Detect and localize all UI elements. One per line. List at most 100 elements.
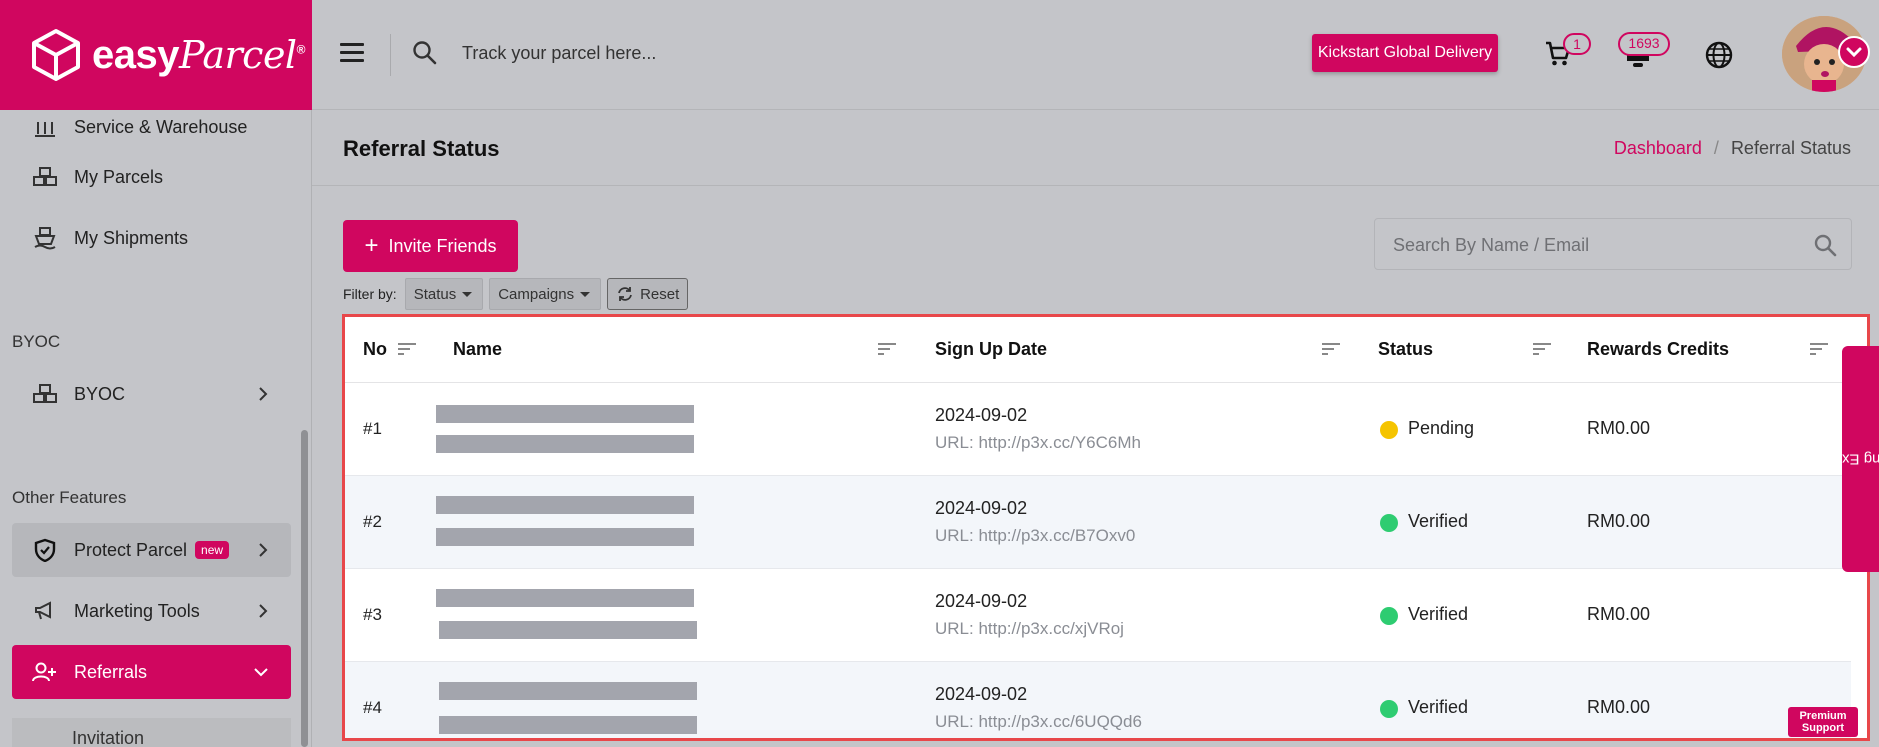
sidebar-item-label: Referrals xyxy=(74,661,148,682)
sidebar-item-my-shipments[interactable]: My Shipments xyxy=(12,211,291,265)
sort-icon[interactable] xyxy=(1322,342,1340,356)
caret-down-icon xyxy=(580,291,591,297)
invite-friends-button[interactable]: + Invite Friends xyxy=(343,220,518,272)
caret-down-icon xyxy=(462,291,473,297)
sort-icon[interactable] xyxy=(1810,342,1828,356)
chevron-right-icon xyxy=(259,543,268,557)
warehouse-icon xyxy=(30,114,60,140)
content-header: Referral Status Dashboard / Referral Sta… xyxy=(312,110,1879,186)
filter-row: Filter by: Status Campaigns Reset xyxy=(343,278,689,310)
sign-up-date: 2024-09-02 xyxy=(935,591,1028,611)
brand-logo[interactable]: easyParcel® xyxy=(0,0,312,110)
sidebar-scrollbar[interactable] xyxy=(301,430,308,747)
breadcrumb-separator: / xyxy=(1713,138,1719,158)
premium-label: Premium xyxy=(1799,710,1847,722)
referral-url: URL: http://p3x.cc/Y6C6Mh xyxy=(935,433,1141,452)
sidebar-item-label: Marketing Tools xyxy=(74,600,200,621)
sidebar-item-my-parcels[interactable]: My Parcels xyxy=(12,150,291,204)
rewards-credits: RM0.00 xyxy=(1587,697,1651,717)
column-header-name[interactable]: Name xyxy=(453,339,502,360)
redacted-email xyxy=(439,716,697,734)
table-row: #4 2024-09-02 URL: http://p3x.cc/6UQQd6 … xyxy=(345,662,1851,738)
user-add-icon xyxy=(30,659,60,685)
sidebar: Service & Warehouse My Parcels My Shipme… xyxy=(0,110,312,747)
section-heading-other-features: Other Features xyxy=(12,488,127,507)
notification-count-badge: 1693 xyxy=(1618,32,1670,56)
sort-icon[interactable] xyxy=(398,342,416,356)
sidebar-item-marketing-tools[interactable]: Marketing Tools xyxy=(12,584,291,638)
sidebar-item-label: Service & Warehouse xyxy=(74,116,248,137)
chevron-right-icon xyxy=(259,387,268,401)
globe-icon[interactable] xyxy=(1704,40,1734,70)
sidebar-subitem-invitation[interactable]: Invitation xyxy=(12,718,291,747)
rate-booking-label: Rate Booking Experience xyxy=(1784,450,1879,468)
column-header-status[interactable]: Status xyxy=(1378,339,1433,360)
megaphone-icon xyxy=(30,598,60,624)
sidebar-item-referrals[interactable]: Referrals xyxy=(12,645,291,699)
rate-booking-experience-tab[interactable]: ▲ Rate Booking Experience xyxy=(1784,346,1879,572)
brand-name: easyParcel® xyxy=(92,32,305,77)
status-indicator xyxy=(1380,700,1398,718)
status-text: Verified xyxy=(1408,697,1469,717)
referral-table: No Name Sign Up Date Status Rewards Cred… xyxy=(342,314,1870,741)
kickstart-global-delivery-button[interactable]: Kickstart Global Delivery xyxy=(1312,34,1498,72)
status-filter-dropdown[interactable]: Status xyxy=(404,278,484,310)
redacted-name xyxy=(439,682,697,700)
sign-up-date: 2024-09-02 xyxy=(935,684,1028,704)
status-filter-label: Status xyxy=(413,285,457,303)
search-input[interactable] xyxy=(1393,231,1783,259)
row-number: #1 xyxy=(363,419,382,438)
table-row: #2 2024-09-02 URL: http://p3x.cc/B7Oxv0 … xyxy=(345,476,1851,569)
sidebar-item-label: BYOC xyxy=(74,383,126,404)
cart-count-badge: 1 xyxy=(1563,33,1591,55)
invite-friends-label: Invite Friends xyxy=(388,235,497,256)
premium-support-button[interactable]: Premium Support xyxy=(1788,707,1858,737)
refresh-icon xyxy=(618,287,632,301)
section-heading-byoc: BYOC xyxy=(12,332,61,351)
sidebar-item-service-warehouse[interactable]: Service & Warehouse xyxy=(12,110,291,154)
sidebar-item-byoc[interactable]: BYOC xyxy=(12,367,291,421)
redacted-email xyxy=(439,621,697,639)
rewards-credits: RM0.00 xyxy=(1587,511,1651,531)
sidebar-item-protect-parcel[interactable]: Protect Parcel new xyxy=(12,523,291,577)
breadcrumb: Dashboard / Referral Status xyxy=(1614,138,1851,159)
redacted-email xyxy=(436,528,694,546)
referral-url: URL: http://p3x.cc/B7Oxv0 xyxy=(935,526,1136,545)
campaigns-filter-dropdown[interactable]: Campaigns xyxy=(489,278,602,310)
search-icon[interactable] xyxy=(1813,233,1837,257)
shield-icon xyxy=(30,537,60,563)
profile-menu-chevron-icon[interactable] xyxy=(1838,36,1870,68)
table-row: #3 2024-09-02 URL: http://p3x.cc/xjVRoj … xyxy=(345,569,1851,662)
sign-up-date: 2024-09-02 xyxy=(935,498,1028,518)
status-text: Pending xyxy=(1408,418,1475,438)
chevron-down-icon xyxy=(254,668,268,677)
breadcrumb-dashboard-link[interactable]: Dashboard xyxy=(1614,138,1702,159)
status-indicator xyxy=(1380,421,1398,439)
column-header-sign-up-date[interactable]: Sign Up Date xyxy=(935,339,1047,360)
referral-url: URL: http://p3x.cc/xjVRoj xyxy=(935,619,1124,638)
chevron-right-icon xyxy=(259,604,268,618)
divider xyxy=(390,34,391,76)
column-header-rewards-credits[interactable]: Rewards Credits xyxy=(1587,339,1729,360)
search-by-name-field[interactable] xyxy=(1374,218,1852,270)
plus-icon: + xyxy=(364,232,379,259)
search-icon[interactable] xyxy=(412,40,438,66)
redacted-email xyxy=(436,435,694,453)
sort-icon[interactable] xyxy=(1533,342,1551,356)
status-indicator xyxy=(1380,607,1398,625)
rewards-credits: RM0.00 xyxy=(1587,604,1651,624)
sidebar-item-label: My Shipments xyxy=(74,227,189,248)
referral-url: URL: http://p3x.cc/6UQQd6 xyxy=(935,712,1142,731)
reset-button[interactable]: Reset xyxy=(607,278,689,310)
track-parcel-input[interactable] xyxy=(462,36,962,70)
breadcrumb-current: Referral Status xyxy=(1730,138,1851,158)
new-badge: new xyxy=(195,541,230,559)
column-header-no[interactable]: No xyxy=(363,339,387,360)
hamburger-icon[interactable] xyxy=(340,43,364,63)
parcels-icon xyxy=(30,381,60,407)
row-number: #4 xyxy=(363,698,382,717)
sort-icon[interactable] xyxy=(878,342,896,356)
status-text: Verified xyxy=(1408,604,1469,624)
row-number: #3 xyxy=(363,605,382,624)
campaigns-filter-label: Campaigns xyxy=(498,285,575,303)
